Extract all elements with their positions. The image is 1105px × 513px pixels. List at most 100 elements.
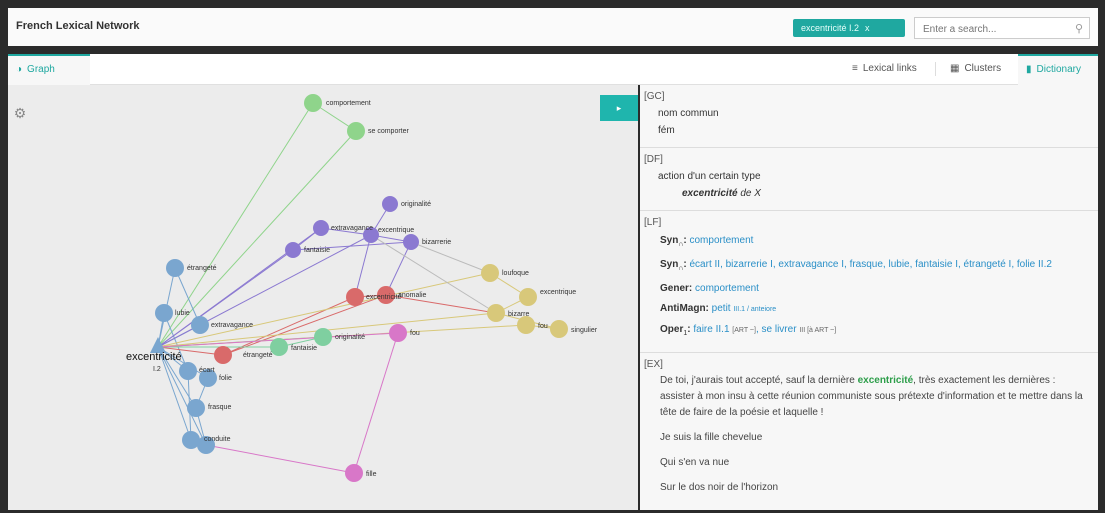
node-label: étrangeté bbox=[243, 352, 273, 359]
graph-node[interactable] bbox=[166, 259, 184, 277]
tab-lexical-links-label: Lexical links bbox=[862, 63, 917, 74]
app-title: French Lexical Network bbox=[16, 20, 140, 32]
graph-node[interactable] bbox=[346, 288, 364, 306]
lf-row-syn2: Syn∩: écart II, bizarrerie I, extravagan… bbox=[660, 255, 1088, 279]
node-label: comportement bbox=[326, 100, 371, 107]
tab-dictionary-label: Dictionary bbox=[1036, 64, 1081, 75]
lf-link[interactable]: faire II.1 bbox=[693, 324, 729, 335]
graph-node[interactable] bbox=[304, 94, 322, 112]
graph-node[interactable] bbox=[382, 196, 398, 212]
example-paragraph: De toi, j'aurais tout accepté, sauf la d… bbox=[660, 375, 1083, 418]
node-label: extravagance bbox=[211, 322, 253, 329]
graph-node[interactable] bbox=[389, 324, 407, 342]
lf-row-syn1: Syn∩: comportement bbox=[660, 231, 1088, 255]
lf-link[interactable]: comportement bbox=[690, 235, 754, 246]
node-label: fou bbox=[410, 330, 420, 337]
lf-name: Oper1: bbox=[660, 324, 691, 337]
node-label: fille bbox=[366, 471, 377, 478]
node-label: fantaisie bbox=[304, 247, 330, 254]
df-argument: de X bbox=[740, 188, 761, 199]
search-chip-label: excentricité I.2 bbox=[801, 23, 860, 33]
section-tag: [EX] bbox=[644, 359, 663, 370]
lf-note: III.1 / anteiore bbox=[733, 306, 777, 313]
lf-link[interactable]: comportement bbox=[695, 283, 759, 294]
center-node-label: excentricité bbox=[126, 351, 182, 363]
lf-link[interactable]: écart II, bizarrerie I, extravagance I, … bbox=[690, 259, 1052, 270]
graph-node[interactable] bbox=[214, 346, 232, 364]
graph-node[interactable] bbox=[187, 399, 205, 417]
node-label: excentrique bbox=[540, 289, 576, 296]
search-chip[interactable]: excentricité I.2 x bbox=[793, 19, 905, 37]
section-ex: [EX] De toi, j'aurais tout accepté, sauf… bbox=[640, 353, 1098, 510]
example-highlight: excentricité bbox=[857, 375, 914, 386]
search-input[interactable] bbox=[921, 19, 1070, 39]
lf-name: AntiMagn: bbox=[660, 303, 709, 314]
graph-node[interactable] bbox=[347, 122, 365, 140]
section-tag: [LF] bbox=[644, 217, 662, 228]
search-box[interactable]: ⚲ bbox=[914, 17, 1090, 39]
graph-node[interactable] bbox=[517, 316, 535, 334]
node-label: écart bbox=[199, 367, 215, 374]
graph-node[interactable] bbox=[403, 234, 419, 250]
graph-node[interactable] bbox=[270, 338, 288, 356]
node-label: originalité bbox=[335, 334, 365, 341]
section-lf: [LF] Syn∩: comportement Syn∩: écart II, … bbox=[640, 211, 1098, 353]
node-label: étrangeté bbox=[187, 265, 217, 272]
tab-clusters[interactable]: ▦ Clusters bbox=[942, 54, 1009, 84]
section-tag: [GC] bbox=[644, 91, 665, 102]
graph-node[interactable] bbox=[481, 264, 499, 282]
tab-graph-label: Graph bbox=[27, 64, 55, 75]
tab-lexical-links[interactable]: ≡ Lexical links bbox=[844, 54, 925, 84]
book-icon: ▮ bbox=[1026, 64, 1032, 75]
lf-name: Syn∩: bbox=[660, 259, 687, 272]
graph-node[interactable] bbox=[285, 242, 301, 258]
tab-clusters-label: Clusters bbox=[964, 63, 1002, 74]
tab-dictionary[interactable]: ▮ Dictionary bbox=[1018, 54, 1098, 86]
graph-node[interactable] bbox=[313, 220, 329, 236]
lf-row-oper: Oper1: faire II.1 [ART ~], se livrer III… bbox=[660, 320, 1088, 344]
gc-gender: fém bbox=[658, 125, 675, 136]
graph-node[interactable] bbox=[345, 464, 363, 482]
lf-link[interactable]: , se livrer bbox=[756, 324, 797, 335]
lf-row-gener: Gener: comportement bbox=[660, 279, 1088, 299]
graph-edges bbox=[157, 102, 560, 474]
node-label: singulier bbox=[571, 327, 598, 334]
graph-node[interactable] bbox=[314, 328, 332, 346]
lf-link[interactable]: petit bbox=[712, 303, 731, 314]
lf-note: III [à ART ~] bbox=[799, 327, 837, 334]
node-label: originalité bbox=[401, 201, 431, 208]
tab-graph[interactable]: ◑ Graph bbox=[8, 54, 90, 86]
gc-value: nom commun bbox=[658, 108, 719, 119]
df-headword: excentricité bbox=[682, 188, 738, 199]
node-label: fou bbox=[538, 323, 548, 330]
node-label: anomalie bbox=[398, 292, 427, 299]
graph-panel[interactable]: ⚙ comportement se comporter originalité … bbox=[8, 85, 638, 510]
graph-node[interactable] bbox=[179, 362, 197, 380]
collapse-panel-button[interactable]: ▸ bbox=[600, 95, 638, 121]
top-bar: French Lexical Network excentricité I.2 x… bbox=[8, 8, 1098, 50]
node-label: frasque bbox=[208, 404, 231, 411]
node-label: se comporter bbox=[368, 128, 410, 135]
graph-node[interactable] bbox=[487, 304, 505, 322]
example-line: Je suis la fille chevelue bbox=[660, 432, 763, 443]
chip-close-icon[interactable]: x bbox=[865, 23, 870, 33]
node-label: excentricité bbox=[366, 294, 402, 301]
section-df: [DF] action d'un certain type excentrici… bbox=[640, 148, 1098, 211]
node-label: conduite bbox=[204, 436, 231, 443]
node-label: excentrique bbox=[378, 227, 414, 234]
graph-node[interactable] bbox=[550, 320, 568, 338]
node-label: loufoque bbox=[502, 270, 529, 277]
graph-node[interactable] bbox=[155, 304, 173, 322]
df-example: excentricité de X bbox=[682, 185, 1088, 202]
lf-row-antimagn: AntiMagn: petit III.1 / anteiore bbox=[660, 299, 1088, 320]
node-label: extravagance bbox=[331, 225, 373, 232]
list-icon: ≡ bbox=[852, 63, 858, 74]
network-graph[interactable]: comportement se comporter originalité ex… bbox=[8, 85, 638, 510]
section-gc: [GC] nom commun fém bbox=[640, 85, 1098, 148]
graph-node[interactable] bbox=[519, 288, 537, 306]
node-label: bizarrerie bbox=[422, 239, 451, 246]
search-icon[interactable]: ⚲ bbox=[1075, 22, 1083, 35]
center-node-sublabel: I.2 bbox=[153, 366, 161, 373]
graph-node[interactable] bbox=[191, 316, 209, 334]
df-definition: action d'un certain type bbox=[658, 171, 761, 182]
